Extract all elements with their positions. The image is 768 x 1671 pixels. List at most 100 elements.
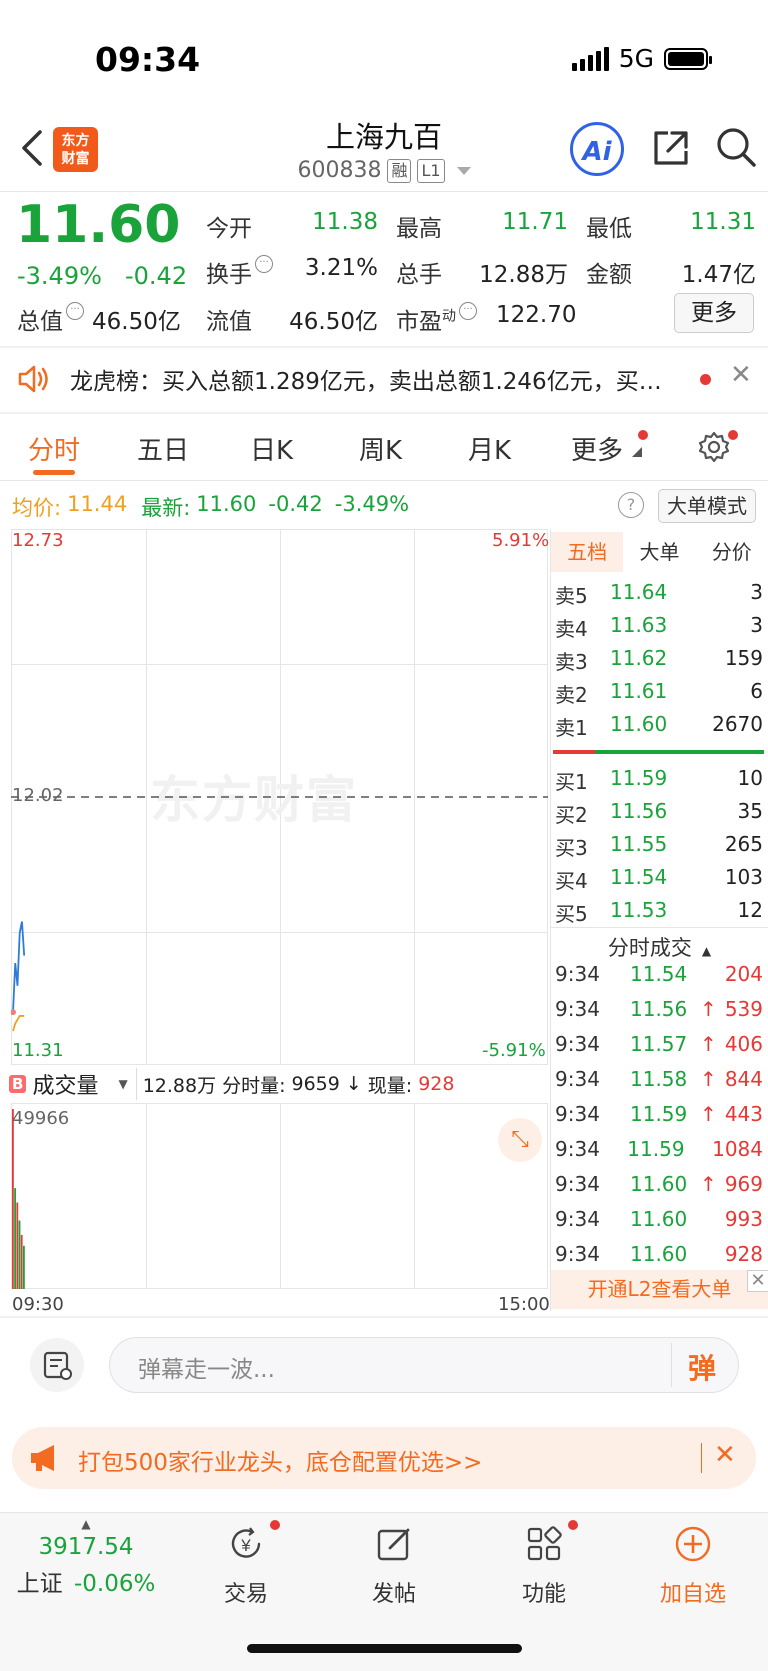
tabs-divider: [0, 480, 768, 481]
order-book-ratio-bar: [553, 750, 764, 754]
volume-max-label: 49966: [12, 1108, 70, 1129]
unread-dot: [700, 374, 711, 385]
avg-value: 11.44: [67, 492, 128, 516]
tab-weekly-k[interactable]: 周K: [359, 430, 402, 467]
nav-add-watchlist[interactable]: 加自选: [633, 1524, 753, 1608]
tab-monthly-k[interactable]: 月K: [468, 430, 511, 467]
tab-more[interactable]: 更多: [571, 430, 623, 467]
grid-icon: [527, 1526, 562, 1561]
ask-row: 卖4 11.63 3: [555, 613, 763, 641]
news-ticker[interactable]: 龙虎榜：买入总额1.289亿元，卖出总额1.246亿元，买入占总成交比例为...: [70, 362, 680, 396]
stock-code: 600838: [297, 158, 382, 183]
close-icon[interactable]: ✕: [714, 1440, 736, 1470]
high-label: 最高: [396, 216, 442, 242]
down-arrow-icon: ↓: [345, 1073, 362, 1095]
close-icon[interactable]: ✕: [747, 1270, 768, 1292]
y-axis-bottom-pct: -5.91%: [482, 1040, 546, 1061]
gear-icon[interactable]: [697, 430, 731, 464]
y-axis-bottom-price: 11.31: [12, 1040, 64, 1061]
status-indicators: 5G: [571, 44, 712, 73]
tab-big-orders[interactable]: 大单: [623, 532, 695, 572]
signal-icon: [571, 46, 609, 71]
low-label: 最低: [586, 216, 632, 242]
latest-change: -0.42: [268, 492, 323, 516]
settings-dot: [728, 430, 738, 440]
search-icon[interactable]: [714, 125, 758, 169]
tick-row: 9:34 11.57 ↑ 406: [555, 1032, 763, 1056]
tick-row: 9:34 11.60 993: [555, 1207, 763, 1231]
y-axis-top-price: 12.73: [12, 530, 64, 551]
float-cap-label: 流值: [206, 309, 252, 335]
danmu-send-button[interactable]: 弹: [688, 1347, 716, 1387]
quote-divider: [0, 346, 768, 348]
status-time: 09:34: [95, 40, 201, 79]
tab-price-distribution[interactable]: 分价: [696, 532, 768, 572]
network-label: 5G: [618, 44, 654, 73]
nav-functions-label: 功能: [521, 1582, 566, 1607]
expand-icon[interactable]: ⤡: [498, 1118, 542, 1162]
volume-bar: [23, 1245, 25, 1289]
news-divider: [0, 412, 768, 414]
intraday-chart-plot: [11, 796, 548, 1032]
open-value: 11.38: [312, 209, 378, 235]
nav-functions-dot: [568, 1520, 578, 1530]
nav-trade-dot: [270, 1520, 280, 1530]
volume-bar: [18, 1220, 21, 1289]
turnover-label: 换手 ···: [206, 255, 273, 289]
nav-post[interactable]: 发帖: [334, 1524, 454, 1608]
l2-upgrade-banner[interactable]: 开通L2查看大单: [551, 1270, 768, 1309]
share-icon[interactable]: [650, 127, 692, 169]
danmu-list-icon[interactable]: [30, 1338, 84, 1392]
chart-legend: 均价: 11.44 最新: 11.60 -0.42 -3.49%: [12, 492, 409, 522]
current-price: 11.60: [16, 195, 181, 255]
volume-total: 12.88万: [142, 1074, 217, 1097]
volume-bar: [16, 1202, 19, 1289]
more-button[interactable]: 更多: [674, 293, 754, 333]
bid-row: 买1 11.59 10: [555, 766, 763, 794]
battery-icon: [664, 47, 712, 70]
more-info-icon[interactable]: ···: [66, 302, 84, 320]
order-book-tabs: 五档 大单 分价: [551, 532, 768, 572]
corner-triangle-icon: [632, 447, 642, 457]
chart-bottom-divider: [0, 1316, 768, 1318]
promo-text[interactable]: 打包500家行业龙头，底仓配置优选>>: [78, 1443, 482, 1477]
tab-intraday[interactable]: 分时: [28, 430, 80, 467]
tick-row: 9:34 11.59 ↑ 443: [555, 1102, 763, 1126]
big-order-mode-button[interactable]: 大单模式: [658, 489, 756, 523]
nav-trade[interactable]: ¥ 交易: [186, 1524, 306, 1608]
market-cap-value: 46.50亿: [92, 309, 181, 335]
bid-row: 买4 11.54 103: [555, 865, 763, 893]
help-icon[interactable]: ?: [618, 492, 644, 518]
index-widget[interactable]: ▲ 3917.54 上证 -0.06%: [0, 1518, 172, 1598]
tick-row: 9:34 11.54 204: [555, 962, 763, 986]
high-value: 11.71: [502, 209, 568, 235]
more-info-icon[interactable]: ···: [255, 255, 273, 273]
index-name: 上证: [16, 1571, 63, 1597]
home-indicator: [247, 1644, 522, 1653]
edit-icon: [377, 1528, 410, 1561]
period-volume-label: 分时量:: [222, 1074, 286, 1097]
ask-row: 卖5 11.64 3: [555, 580, 763, 608]
tab-five-levels[interactable]: 五档: [551, 532, 624, 572]
y-axis-top-pct: 5.91%: [492, 530, 550, 551]
more-info-icon[interactable]: ···: [459, 302, 477, 320]
low-value: 11.31: [690, 209, 756, 235]
y-axis-mid-price: 12.02: [12, 785, 64, 806]
chevron-up-icon: ▲: [81, 1517, 91, 1531]
ticks-title[interactable]: 分时成交 ▲: [551, 927, 768, 962]
volume-chart-plot: [12, 1109, 25, 1289]
volume-value: 12.88万: [479, 262, 568, 288]
volume-indicator-select[interactable]: 成交量 ▼: [32, 1068, 137, 1100]
pe-label: 市盈动 ···: [396, 302, 477, 336]
ai-button[interactable]: Ai: [570, 122, 624, 176]
avg-label: 均价:: [12, 496, 62, 520]
svg-text:¥: ¥: [240, 1536, 251, 1555]
index-change: -0.06%: [73, 1571, 156, 1597]
tab-five-day[interactable]: 五日: [137, 430, 189, 467]
market-cap-label: 总值 ···: [17, 302, 84, 336]
tab-daily-k[interactable]: 日K: [250, 430, 293, 467]
nav-functions[interactable]: 功能: [484, 1524, 604, 1608]
tick-row: 9:34 11.60 ↑ 969: [555, 1172, 763, 1196]
close-icon[interactable]: ✕: [730, 360, 752, 390]
tick-row: 9:34 11.60 928: [555, 1242, 763, 1266]
